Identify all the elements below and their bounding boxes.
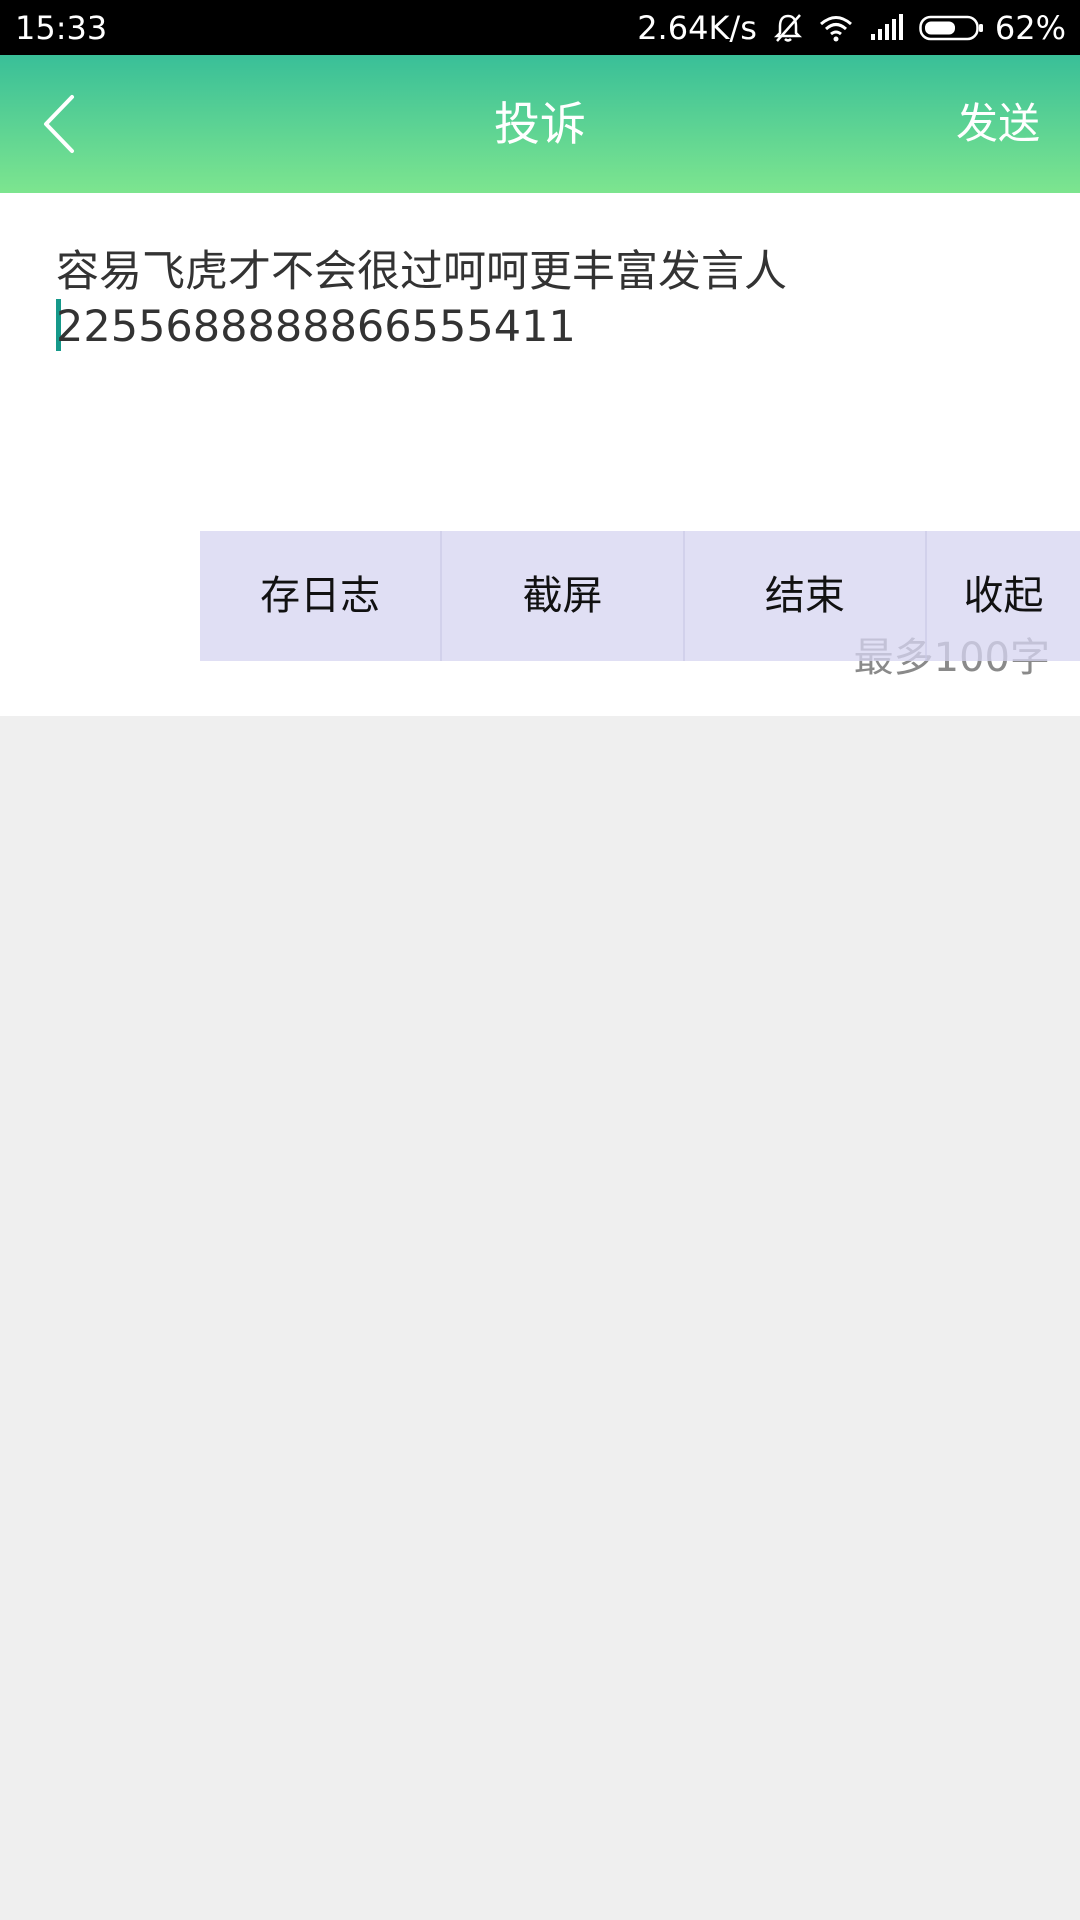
- text-line-2: 2255688888866555411: [56, 302, 576, 352]
- page-title: 投诉: [494, 97, 586, 151]
- app-header: 投诉 发送: [0, 55, 1080, 193]
- screenshot-button[interactable]: 截屏: [442, 531, 685, 661]
- save-log-button[interactable]: 存日志: [200, 531, 443, 661]
- complaint-screen: 15:33 2.64K/s 62% 投诉 发送 容易飞虎才不会很过呵呵更丰富发言…: [0, 0, 1080, 1920]
- collapse-button[interactable]: 收起: [927, 531, 1080, 661]
- status-bar: 15:33 2.64K/s 62%: [0, 0, 1080, 55]
- network-speed: 2.64K/s: [637, 9, 757, 47]
- end-button[interactable]: 结束: [685, 531, 928, 661]
- wifi-icon: [819, 14, 853, 42]
- debug-toolbar: 存日志 截屏 结束 收起: [200, 531, 1080, 661]
- complaint-textarea[interactable]: 容易飞虎才不会很过呵呵更丰富发言人 2255688888866555411: [56, 245, 1036, 545]
- chevron-left-icon: [44, 95, 74, 153]
- text-line-2-wrapper: 2255688888866555411: [56, 299, 1036, 354]
- bell-muted-icon: [773, 12, 803, 44]
- battery-icon: [919, 14, 985, 42]
- send-button[interactable]: 发送: [956, 89, 1040, 159]
- signal-icon: [869, 14, 903, 42]
- battery-percent: 62%: [994, 9, 1066, 47]
- back-button[interactable]: [30, 89, 90, 159]
- text-line-1: 容易飞虎才不会很过呵呵更丰富发言人: [56, 247, 787, 297]
- status-time: 15:33: [15, 9, 108, 47]
- status-icons: 2.64K/s 62%: [621, 8, 1066, 48]
